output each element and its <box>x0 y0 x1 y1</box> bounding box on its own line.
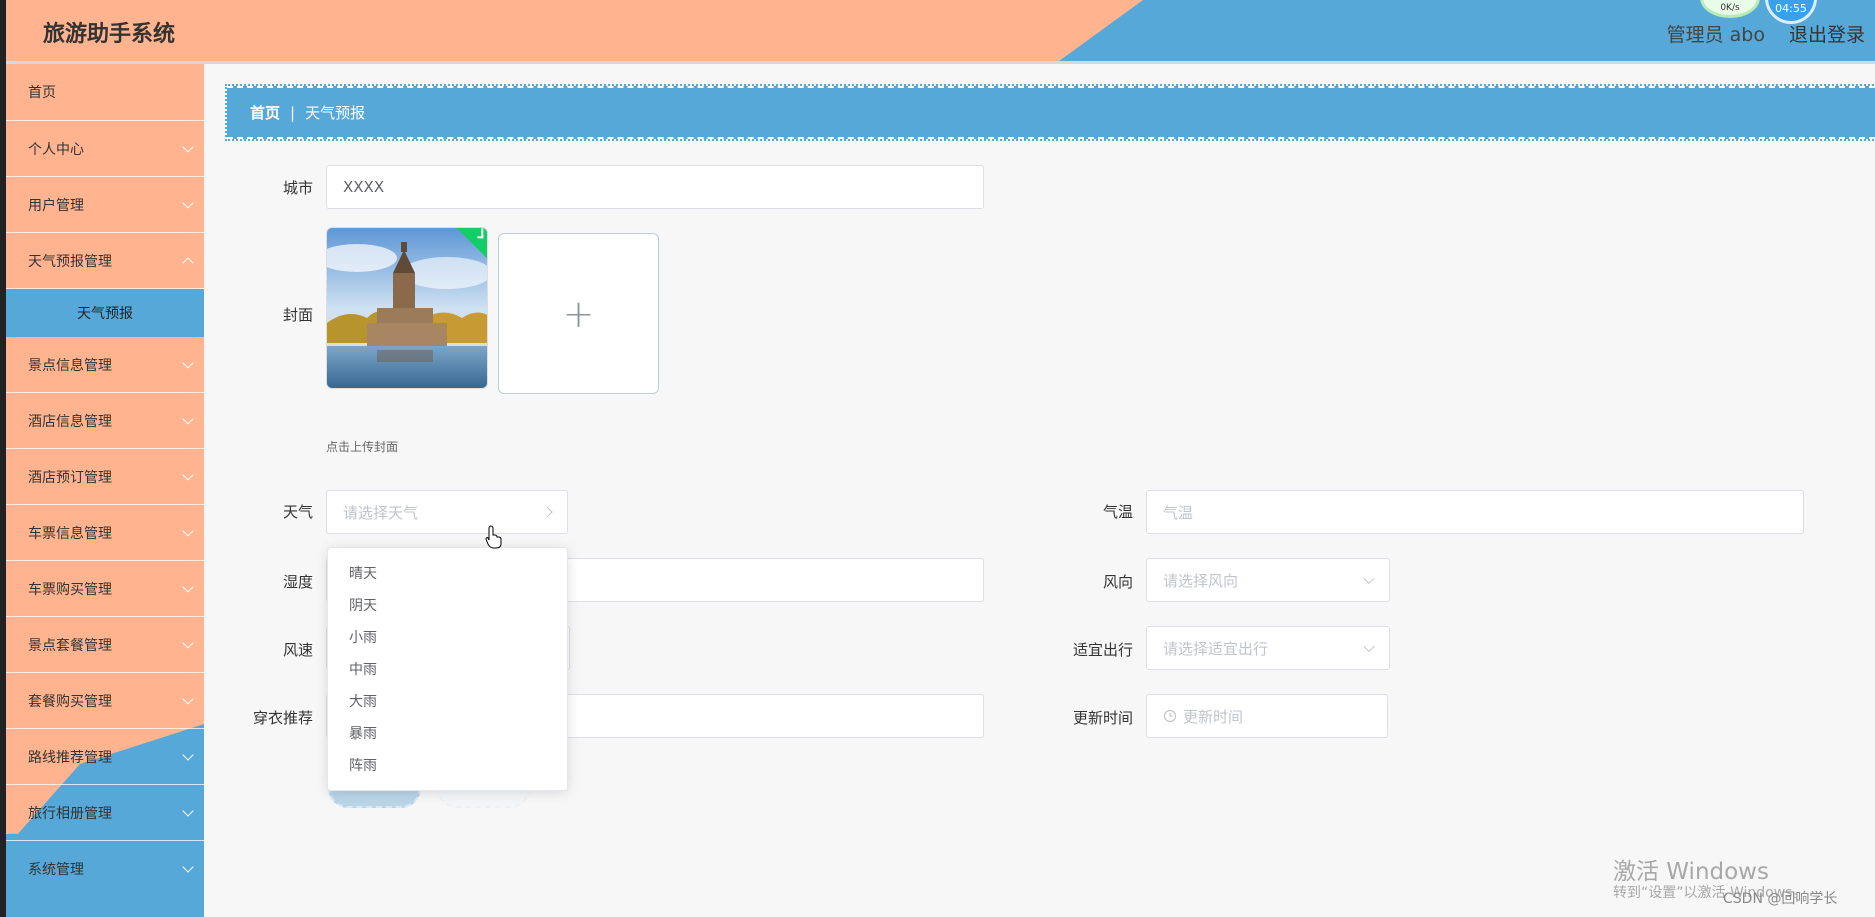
windows-activation-watermark: 激活 Windows <box>1613 859 1769 885</box>
chevron-down-icon <box>182 524 194 537</box>
check-icon <box>477 228 484 239</box>
weather-option[interactable]: 阴天 <box>328 589 567 621</box>
sidebar-item-ticket-info[interactable]: 车票信息管理 <box>6 505 204 561</box>
chevron-up-icon <box>182 256 194 269</box>
update-time-picker[interactable]: 更新时间 <box>1146 694 1388 738</box>
sidebar-item-user-management[interactable]: 用户管理 <box>6 177 204 233</box>
sidebar-item-home[interactable]: 首页 <box>6 64 204 121</box>
weather-option[interactable]: 阵雨 <box>328 749 567 781</box>
suitable-travel-select[interactable]: 请选择适宜出行 <box>1146 626 1390 670</box>
city-value: XXXX <box>343 178 385 196</box>
sidebar-edge <box>0 0 6 917</box>
sidebar-item-system-management[interactable]: 系统管理 <box>6 841 204 897</box>
weather-dropdown: 晴天 阴天 小雨 中雨 大雨 暴雨 阵雨 雷雨 <box>327 547 568 791</box>
city-label: 城市 <box>282 179 313 197</box>
suitable-travel-label: 适宜出行 <box>1072 641 1133 659</box>
castle-image <box>327 228 487 388</box>
wind-speed-label: 风速 <box>282 641 313 659</box>
sidebar-item-label: 酒店预订管理 <box>28 469 112 486</box>
weather-label: 天气 <box>282 503 313 521</box>
sidebar-item-label: 车票信息管理 <box>28 525 112 542</box>
update-time-label: 更新时间 <box>1072 709 1133 727</box>
sidebar-item-label: 景点套餐管理 <box>28 637 112 654</box>
sidebar: 首页 个人中心 用户管理 天气预报管理 天气预报 景点信息管理 酒店信息管理 酒… <box>0 64 204 917</box>
clothing-label: 穿衣推荐 <box>252 709 313 727</box>
temperature-placeholder: 气温 <box>1163 503 1194 522</box>
sidebar-item-label: 景点信息管理 <box>28 357 112 374</box>
submenu-item-weather-forecast[interactable]: 天气预报 <box>6 289 204 337</box>
chevron-down-icon <box>182 140 194 153</box>
sidebar-item-label: 个人中心 <box>28 141 84 158</box>
temperature-label: 气温 <box>1102 503 1133 521</box>
header-background <box>0 0 1875 64</box>
breadcrumb: 首页 | 天气预报 <box>225 84 1875 141</box>
update-time-placeholder: 更新时间 <box>1183 707 1244 726</box>
hand-cursor-icon <box>485 525 502 549</box>
cover-image[interactable] <box>326 227 488 389</box>
sidebar-item-weather-management[interactable]: 天气预报管理 <box>6 233 204 289</box>
sidebar-item-ticket-purchase[interactable]: 车票购买管理 <box>6 561 204 617</box>
sidebar-item-label: 首页 <box>28 85 56 101</box>
wind-direction-label: 风向 <box>1102 573 1133 591</box>
weather-placeholder: 请选择天气 <box>343 503 419 522</box>
chevron-down-icon <box>182 580 194 593</box>
chevron-down-icon <box>1363 640 1375 653</box>
sidebar-item-label: 套餐购买管理 <box>28 693 112 710</box>
chevron-down-icon <box>182 412 194 425</box>
sidebar-item-label: 路线推荐管理 <box>28 749 112 766</box>
chevron-down-icon <box>1363 572 1375 585</box>
chevron-down-icon <box>182 468 194 481</box>
sidebar-item-travel-album[interactable]: 旅行相册管理 <box>6 785 204 841</box>
weather-option[interactable]: 晴天 <box>328 557 567 589</box>
sidebar-item-hotel-booking[interactable]: 酒店预订管理 <box>6 449 204 505</box>
weather-option[interactable]: 小雨 <box>328 621 567 653</box>
wind-direction-select[interactable]: 请选择风向 <box>1146 558 1390 602</box>
breadcrumb-separator: | <box>290 103 296 122</box>
sidebar-item-label: 旅行相册管理 <box>28 805 112 822</box>
city-input[interactable]: XXXX <box>326 165 984 209</box>
top-header: 旅游助手系统 0K/s 04:55 管理员 abo 退出登录 <box>0 0 1875 64</box>
suitable-travel-placeholder: 请选择适宜出行 <box>1163 639 1269 658</box>
breadcrumb-home[interactable]: 首页 <box>250 102 280 123</box>
chevron-down-icon <box>182 356 194 369</box>
sidebar-item-package-purchase[interactable]: 套餐购买管理 <box>6 673 204 729</box>
sidebar-item-route-recommendation[interactable]: 路线推荐管理 <box>6 729 204 785</box>
clock-icon <box>1163 709 1177 723</box>
sidebar-item-attraction-info[interactable]: 景点信息管理 <box>6 337 204 393</box>
sidebar-item-label: 天气预报管理 <box>28 253 112 270</box>
temperature-input[interactable]: 气温 <box>1146 490 1804 534</box>
breadcrumb-current: 天气预报 <box>305 104 366 122</box>
chevron-down-icon <box>182 804 194 817</box>
sidebar-item-package-management[interactable]: 景点套餐管理 <box>6 617 204 673</box>
sidebar-item-label: 系统管理 <box>28 862 84 878</box>
csdn-watermark: CSDN @回响学长 <box>1723 891 1838 907</box>
chevron-down-icon <box>182 692 194 705</box>
chevron-down-icon <box>182 196 194 209</box>
weather-option[interactable]: 雷雨 <box>328 781 567 790</box>
plus-icon: + <box>562 291 595 336</box>
sidebar-item-personal-center[interactable]: 个人中心 <box>6 121 204 177</box>
current-user: 管理员 abo <box>1666 24 1765 46</box>
submenu-item-label: 天气预报 <box>77 306 133 322</box>
sidebar-item-hotel-info[interactable]: 酒店信息管理 <box>6 393 204 449</box>
app-title: 旅游助手系统 <box>43 22 176 47</box>
sidebar-item-label: 用户管理 <box>28 197 84 214</box>
chevron-down-icon <box>182 748 194 761</box>
sidebar-item-label: 酒店信息管理 <box>28 413 112 430</box>
chevron-down-icon <box>182 861 194 873</box>
humidity-label: 湿度 <box>282 573 313 591</box>
weather-select[interactable]: 请选择天气 <box>326 490 568 534</box>
wind-direction-placeholder: 请选择风向 <box>1163 571 1239 590</box>
upload-hint: 点击上传封面 <box>326 440 399 454</box>
weather-option[interactable]: 大雨 <box>328 685 567 717</box>
weather-option[interactable]: 暴雨 <box>328 717 567 749</box>
logout-button[interactable]: 退出登录 <box>1789 20 1865 47</box>
cover-label: 封面 <box>282 306 313 324</box>
upload-button[interactable]: + <box>498 233 659 394</box>
chevron-down-icon <box>182 636 194 649</box>
weather-option[interactable]: 中雨 <box>328 653 567 685</box>
sidebar-item-label: 车票购买管理 <box>28 581 112 598</box>
chevron-right-icon <box>541 506 553 518</box>
